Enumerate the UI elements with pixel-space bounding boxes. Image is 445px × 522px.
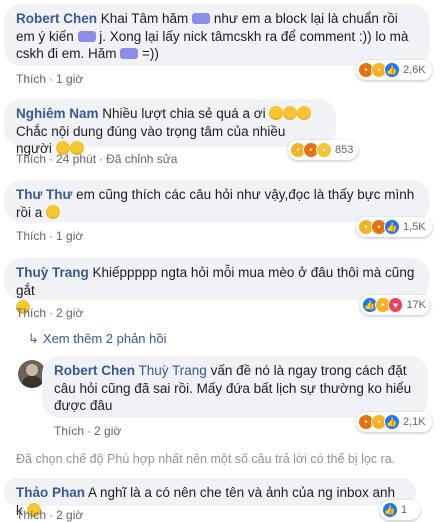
reaction-summary[interactable]: 👍 1 [380,500,420,520]
like-link[interactable]: Thích [16,229,46,243]
reaction-summary[interactable]: • • 👍 2,6K [356,60,432,80]
timestamp[interactable]: 1 giờ [56,229,83,243]
like-link[interactable]: Thích [16,306,46,320]
timestamp[interactable]: 2 giờ [94,424,121,438]
comment-bubble: Thảo Phan A nghĩ là a có nên che tên và … [4,478,416,518]
like-reaction-icon: 👍 [382,502,398,518]
comment-bubble: Robert Chen Khai Tâm hăm như em a block … [4,4,430,66]
reaction-count: 1 [401,504,408,516]
comment-author[interactable]: Thảo Phan [16,485,85,500]
reaction-summary[interactable]: • • 👍 2,1K [356,412,432,432]
mention-link[interactable]: Thuỳ Trang [139,363,207,378]
comment-meta: Thích · 1 giờ [16,72,84,86]
love-reaction-icon: ♥ [387,297,404,313]
timestamp[interactable]: 2 giờ [56,508,83,522]
comment-meta: Thích · 2 giờ [16,306,84,320]
reply-arrow-icon: ↳ [28,331,39,346]
purple-sticker-icon [120,48,139,59]
laughing-emoji-icon [269,106,284,120]
like-link[interactable]: Thích [16,72,46,86]
comment-meta: Thích · 1 giờ [16,229,84,243]
comment-text: em cũng thích các câu hỏi như vậy,đọc là… [16,187,415,220]
timestamp[interactable]: 24 phút [56,152,96,166]
frustrated-emoji-icon [46,204,61,219]
purple-sticker-icon [77,30,96,42]
like-link[interactable]: Thích [54,424,84,438]
reaction-summary[interactable]: 👍 • ♥ 17K [360,295,430,315]
reaction-count: 853 [335,144,354,156]
like-link[interactable]: Thích [16,508,46,522]
comment-text: Nhiều lượt chia sẻ quá a ơi [102,106,266,121]
comment-bubble: Thư Thư em cũng thích các câu hỏi như vậ… [4,180,430,222]
purple-sticker-icon [192,13,211,24]
like-reaction-icon: 👍 [384,414,400,430]
comment-bubble: Nghiêm Nam Nhiều lượt chia sẻ quá a ơi C… [4,99,336,156]
comment-meta: Thích · 2 giờ [54,424,122,438]
comment-meta: Thích · 2 giờ [16,508,84,522]
reaction-count: 17K [406,299,427,311]
edited-label[interactable]: Đã chỉnh sửa [106,152,177,166]
like-reaction-icon: 👍 [384,62,400,78]
comment-author[interactable]: Nghiêm Nam [16,106,99,121]
reaction-summary[interactable]: • • • 853 [288,140,358,160]
comment-meta: Thích · 24 phút · Đã chỉnh sửa [16,152,178,166]
comment-bubble: Thuỳ Trang Khiếppppp ngta hỏi mỗi mua mè… [4,258,430,314]
reaction-count: 2,6K [403,64,426,76]
comment-author[interactable]: Robert Chen [16,11,97,26]
comment-author[interactable]: Robert Chen [54,363,135,378]
view-more-replies-link[interactable]: ↳ Xem thêm 2 phản hồi [28,331,166,347]
timestamp[interactable]: 2 giờ [56,306,83,320]
like-reaction-icon: 👍 [384,219,400,235]
reaction-count: 2,1K [403,416,426,428]
reaction-summary[interactable]: • • 👍 1,5K [356,217,432,237]
comment-author[interactable]: Thuỳ Trang [16,265,89,280]
reply-bubble: Robert Chen Thuỳ Trang vấn đề nó là ngay… [42,356,428,418]
reaction-count: 1,5K [403,221,426,233]
filter-notice: Đã chọn chế độ Phù hợp nhất nên một số c… [16,452,396,466]
laughing-emoji-icon [297,106,312,120]
laughing-emoji-icon [283,106,298,120]
comment-author[interactable]: Thư Thư [16,187,72,202]
sad-reaction-icon: • [316,142,332,158]
like-link[interactable]: Thích [16,152,46,166]
timestamp[interactable]: 1 giờ [56,72,83,86]
